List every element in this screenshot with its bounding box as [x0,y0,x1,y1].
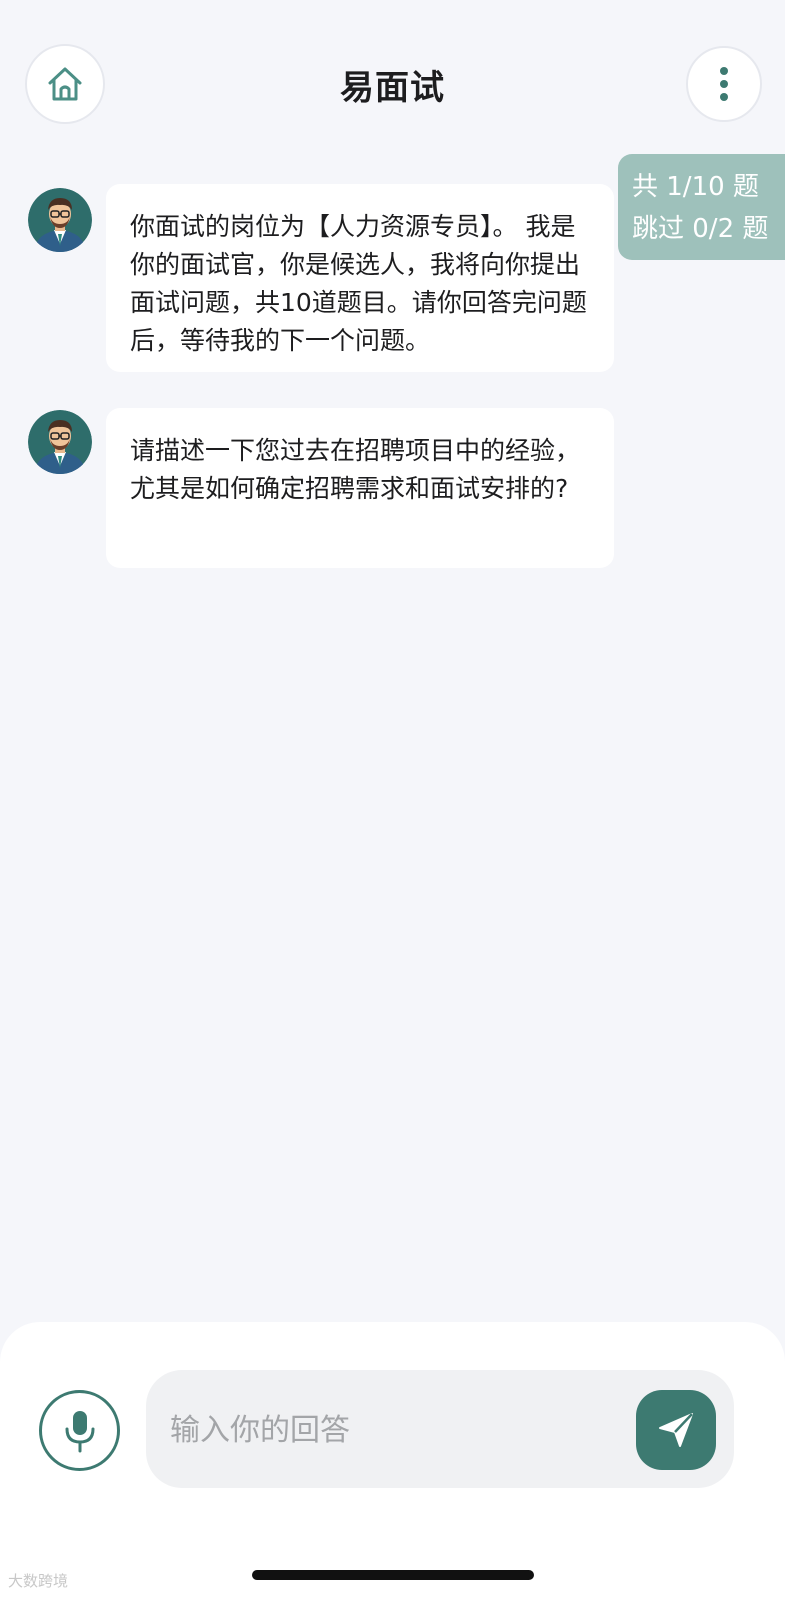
progress-badge: 共 1/10 题 跳过 0/2 题 [618,154,785,260]
voice-input-button[interactable] [39,1390,120,1471]
more-options-button[interactable] [686,46,762,122]
message-bubble: 请描述一下您过去在招聘项目中的经验，尤其是如何确定招聘需求和面试安排的? [106,408,614,568]
watermark: 大数跨境 [8,1572,69,1590]
interviewer-avatar [28,188,92,252]
microphone-icon [65,1410,94,1452]
message-bubble: 你面试的岗位为【人力资源专员】。 我是你的面试官，你是候选人，我将向你提出面试问… [106,184,614,372]
send-icon [659,1413,693,1447]
header: 易面试 [0,0,785,160]
answer-input-box [146,1370,734,1488]
question-progress: 共 1/10 题 [632,172,759,202]
page-title: 易面试 [340,68,445,108]
more-vertical-icon [720,67,728,101]
home-indicator[interactable] [252,1570,534,1580]
interviewer-avatar [28,410,92,474]
composer-panel [0,1322,785,1600]
skip-progress: 跳过 0/2 题 [632,214,769,244]
send-button[interactable] [636,1390,716,1470]
answer-input[interactable] [168,1402,592,1458]
